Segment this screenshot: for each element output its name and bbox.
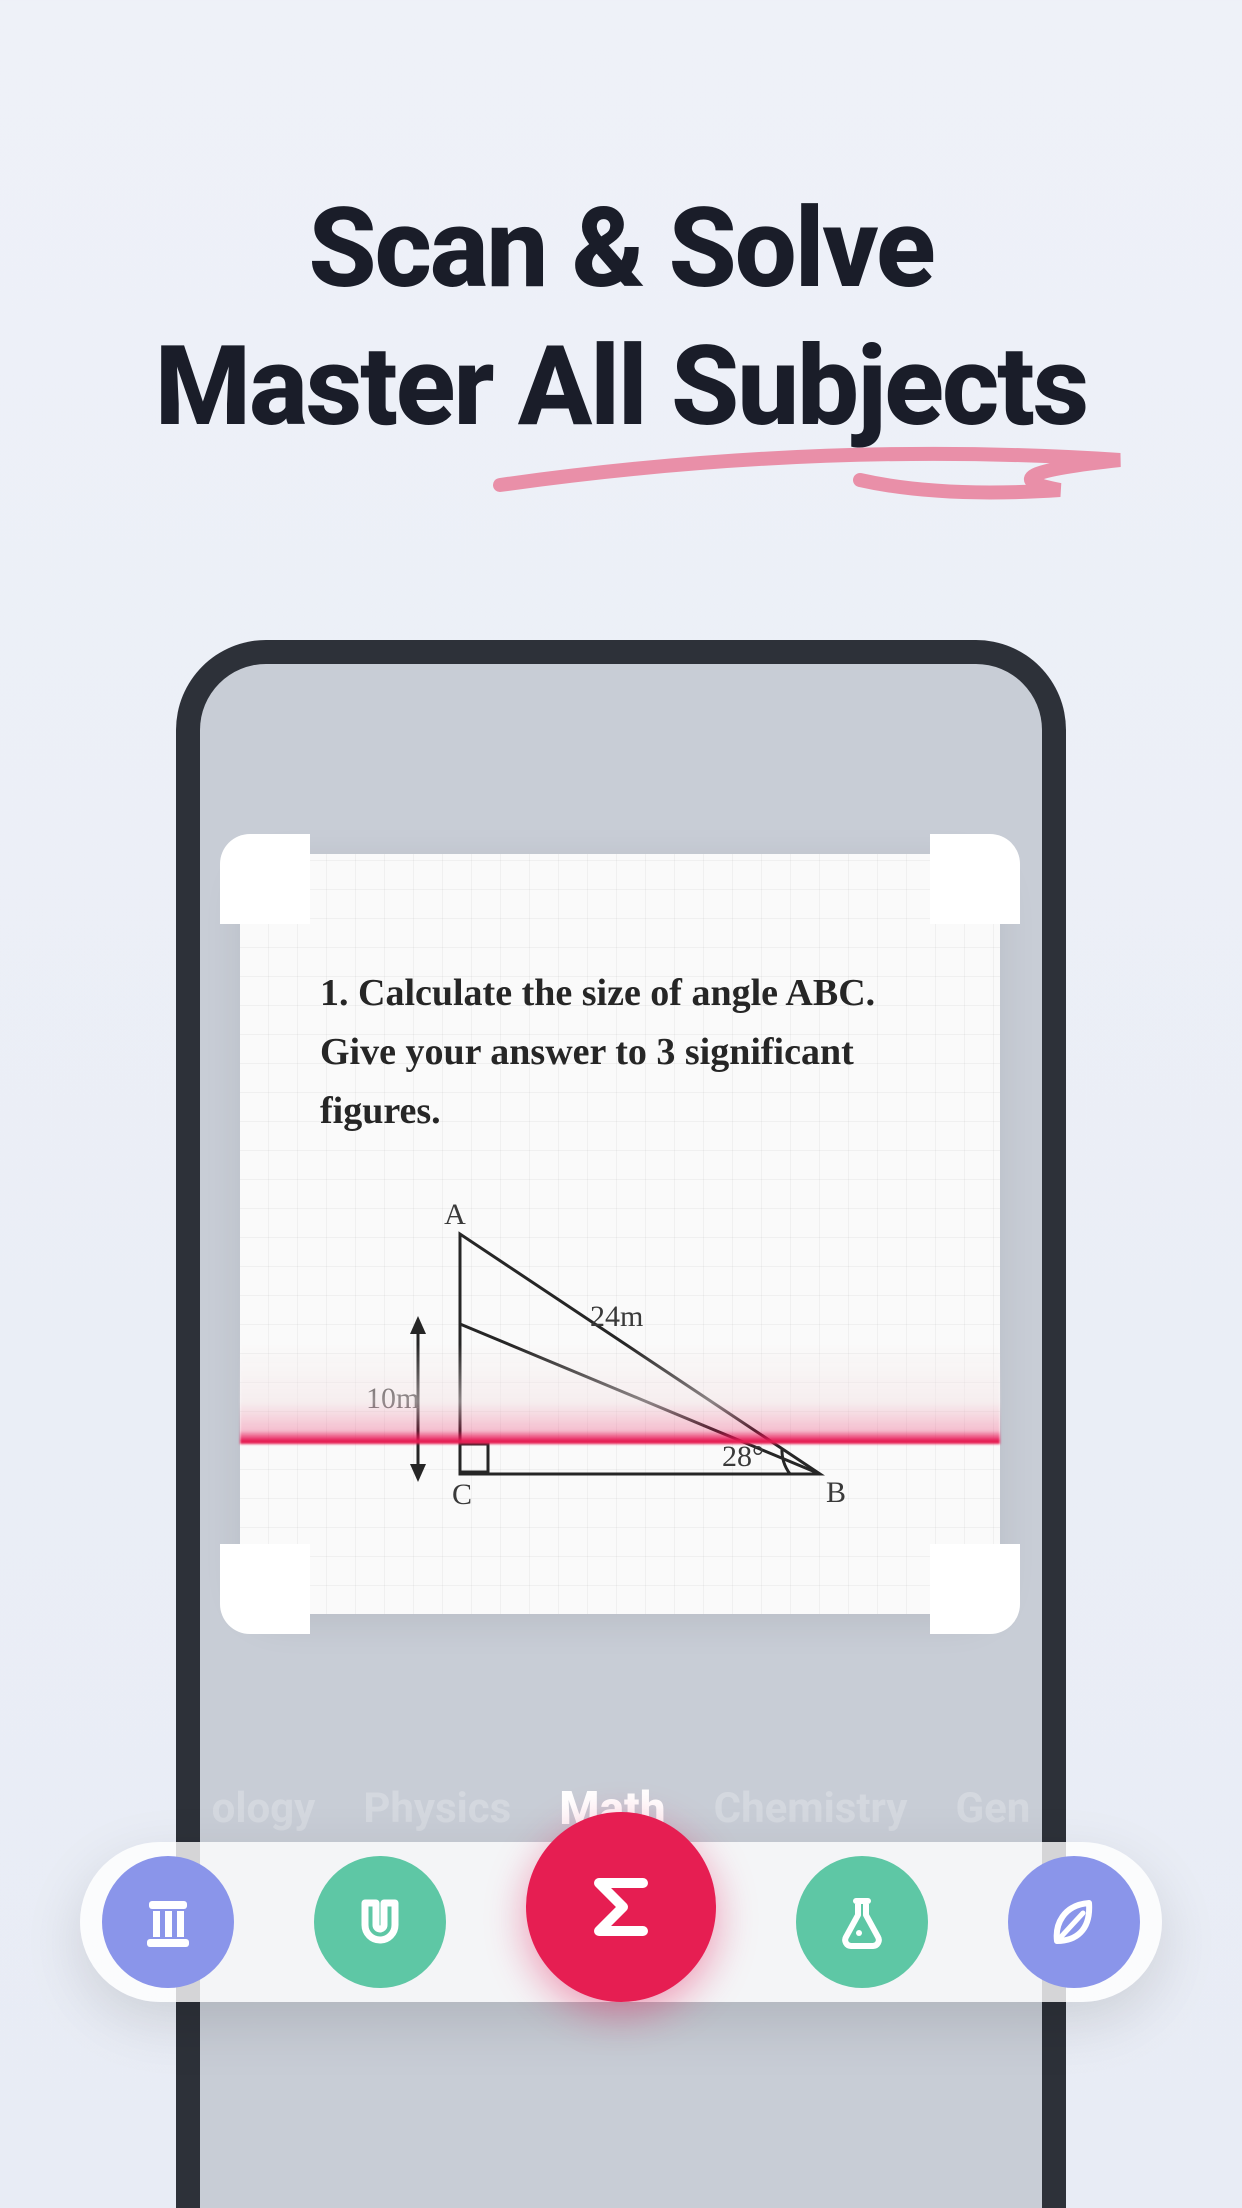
subject-icon-bar xyxy=(80,1842,1162,2002)
question-text: 1. Calculate the size of angle ABC. Give… xyxy=(320,964,920,1141)
sigma-icon xyxy=(575,1861,667,1953)
scan-capture-area[interactable]: 1. Calculate the size of angle ABC. Give… xyxy=(240,854,1000,1614)
vertex-a-label: A xyxy=(444,1204,466,1231)
subject-biology-button[interactable] xyxy=(1008,1856,1140,1988)
headline-line2: Master All Subjects xyxy=(0,318,1242,456)
tab-chemistry[interactable]: Chemistry xyxy=(714,1784,908,1838)
tab-physics[interactable]: Physics xyxy=(363,1784,511,1838)
crop-corner-tr-icon xyxy=(930,834,1020,924)
leaf-icon xyxy=(1041,1889,1107,1955)
crop-corner-br-icon xyxy=(930,1544,1020,1634)
tab-general[interactable]: Gen xyxy=(955,1784,1030,1838)
vertex-c-label: C xyxy=(452,1478,472,1511)
pillar-icon xyxy=(135,1889,201,1955)
subject-chemistry-button[interactable] xyxy=(796,1856,928,1988)
tab-biology[interactable]: ology xyxy=(212,1784,316,1838)
subject-history-button[interactable] xyxy=(102,1856,234,1988)
vertex-b-label: B xyxy=(826,1476,846,1509)
question-body: Calculate the size of angle ABC. Give yo… xyxy=(320,972,875,1132)
flask-icon xyxy=(829,1889,895,1955)
angle-label: 28° xyxy=(722,1440,764,1473)
marketing-headline: Scan & Solve Master All Subjects xyxy=(0,0,1242,455)
subject-math-button[interactable] xyxy=(526,1812,716,2002)
crop-corner-bl-icon xyxy=(220,1544,310,1634)
magnet-icon xyxy=(347,1889,413,1955)
crop-corner-tl-icon xyxy=(220,834,310,924)
hypotenuse-label: 24m xyxy=(590,1300,643,1333)
subject-physics-button[interactable] xyxy=(314,1856,446,1988)
headline-line1: Scan & Solve xyxy=(0,180,1242,318)
scan-laser-line-icon xyxy=(240,1344,1000,1444)
question-number: 1. xyxy=(320,972,349,1014)
